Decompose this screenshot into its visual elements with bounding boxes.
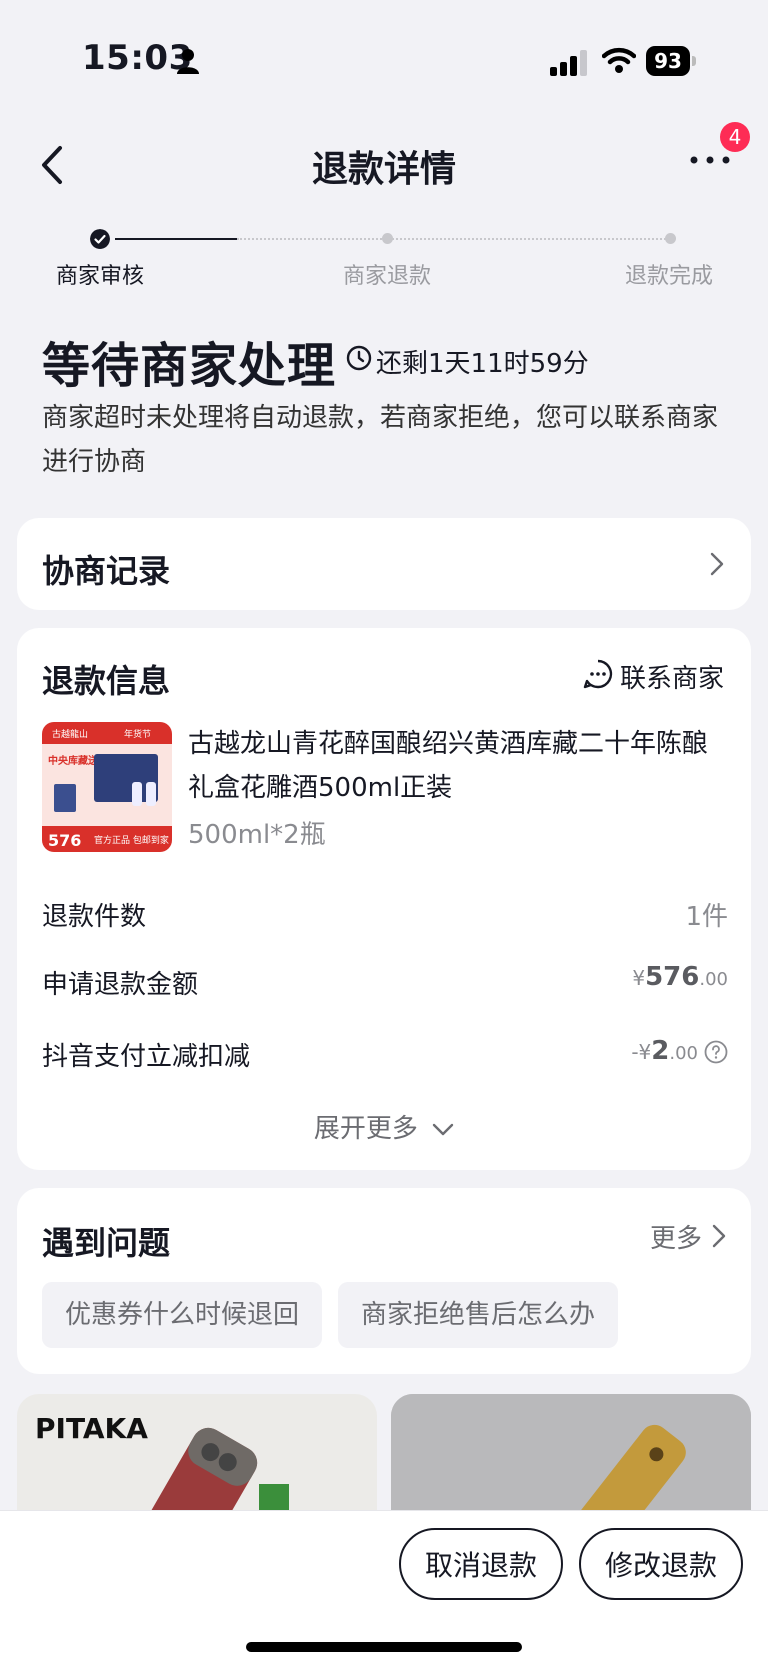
home-indicator (246, 1642, 522, 1652)
negotiation-record-label: 协商记录 (42, 552, 171, 590)
discount-deduction-label: 抖音支付立减扣减 (42, 1042, 251, 1072)
chevron-right-icon (710, 552, 724, 576)
battery-indicator: 93 (646, 46, 696, 76)
thumb-price: 576 (48, 831, 81, 850)
promo-brand: PITAKA (35, 1412, 148, 1445)
refund-info-title: 退款信息 (42, 662, 171, 700)
promo-card-left[interactable]: PITAKA (17, 1394, 377, 1512)
promo-image-gold-case (391, 1394, 751, 1512)
battery-tip (692, 56, 696, 66)
status-title: 等待商家处理 (42, 338, 337, 394)
more-options-icon[interactable] (688, 148, 732, 172)
expand-more-label: 展开更多 (313, 1114, 418, 1144)
refund-quantity-value: 1件 (685, 902, 728, 932)
step-label-merchant-refund: 商家退款 (343, 264, 432, 289)
page-title: 退款详情 (311, 149, 456, 190)
clock-icon (346, 345, 372, 371)
product-thumbnail[interactable]: 古越龍山 年货节 中央库藏送礼佳品 576 官方正品 包邮到家 (42, 722, 172, 852)
expand-more-button[interactable]: 展开更多 (0, 1108, 768, 1145)
refund-amount-decimal: .00 (699, 969, 728, 990)
discount-currency: -¥ (631, 1040, 652, 1064)
status-description: 商家超时未处理将自动退款，若商家拒绝，您可以联系商家进行协商 (42, 403, 719, 477)
progress-line-done (115, 238, 237, 240)
promo-card-right[interactable] (391, 1394, 751, 1512)
wifi-icon (602, 47, 636, 73)
thumb-footer: 官方正品 包邮到家 (94, 834, 169, 846)
step-label-refund-complete: 退款完成 (625, 264, 714, 289)
promo-image-phone-case: PITAKA (35, 1412, 289, 1512)
modify-refund-button[interactable]: 修改退款 (579, 1528, 743, 1600)
step-check-icon (90, 229, 110, 249)
contact-merchant-button[interactable]: 联系商家 (620, 658, 724, 695)
discount-integer: 2 (651, 1036, 670, 1066)
faq-more-button[interactable]: 更多 (650, 1218, 702, 1255)
step-dot-refund-complete (665, 233, 676, 244)
battery-level: 93 (646, 46, 690, 76)
notification-badge: 4 (720, 122, 750, 152)
chat-icon[interactable] (582, 658, 614, 690)
progress-line-pending (237, 238, 669, 240)
refund-amount-currency: ¥ (632, 966, 646, 990)
refund-amount-value: ¥576.00 (520, 962, 728, 992)
cellular-signal-icon (550, 50, 587, 76)
chevron-right-icon (712, 1224, 726, 1248)
cancel-refund-button[interactable]: 取消退款 (399, 1528, 563, 1600)
chevron-down-icon (432, 1123, 454, 1136)
discount-deduction-value: -¥2.00 (500, 1036, 698, 1066)
person-icon (177, 49, 199, 74)
faq-chip-coupon-return[interactable]: 优惠券什么时候退回 (42, 1282, 322, 1348)
refund-amount-integer: 576 (645, 962, 700, 992)
thumb-event: 年货节 (124, 728, 151, 740)
product-spec: 500ml*2瓶 (188, 820, 326, 850)
step-dot-merchant-refund (382, 233, 393, 244)
discount-decimal: .00 (669, 1043, 698, 1064)
product-image: 古越龍山 年货节 中央库藏送礼佳品 576 官方正品 包邮到家 (42, 722, 172, 852)
refund-quantity-label: 退款件数 (42, 902, 147, 932)
faq-chip-merchant-refused[interactable]: 商家拒绝售后怎么办 (338, 1282, 618, 1348)
countdown-text: 还剩1天11时59分 (376, 349, 589, 379)
product-name[interactable]: 古越龙山青花醉国酿绍兴黄酒库藏二十年陈酿礼盒花雕酒500ml正装 (188, 722, 728, 810)
help-icon[interactable] (704, 1040, 728, 1064)
thumb-brand: 古越龍山 (52, 728, 88, 740)
faq-title: 遇到问题 (42, 1224, 171, 1262)
refund-amount-label: 申请退款金额 (42, 970, 199, 1000)
step-label-merchant-review: 商家审核 (56, 264, 145, 289)
